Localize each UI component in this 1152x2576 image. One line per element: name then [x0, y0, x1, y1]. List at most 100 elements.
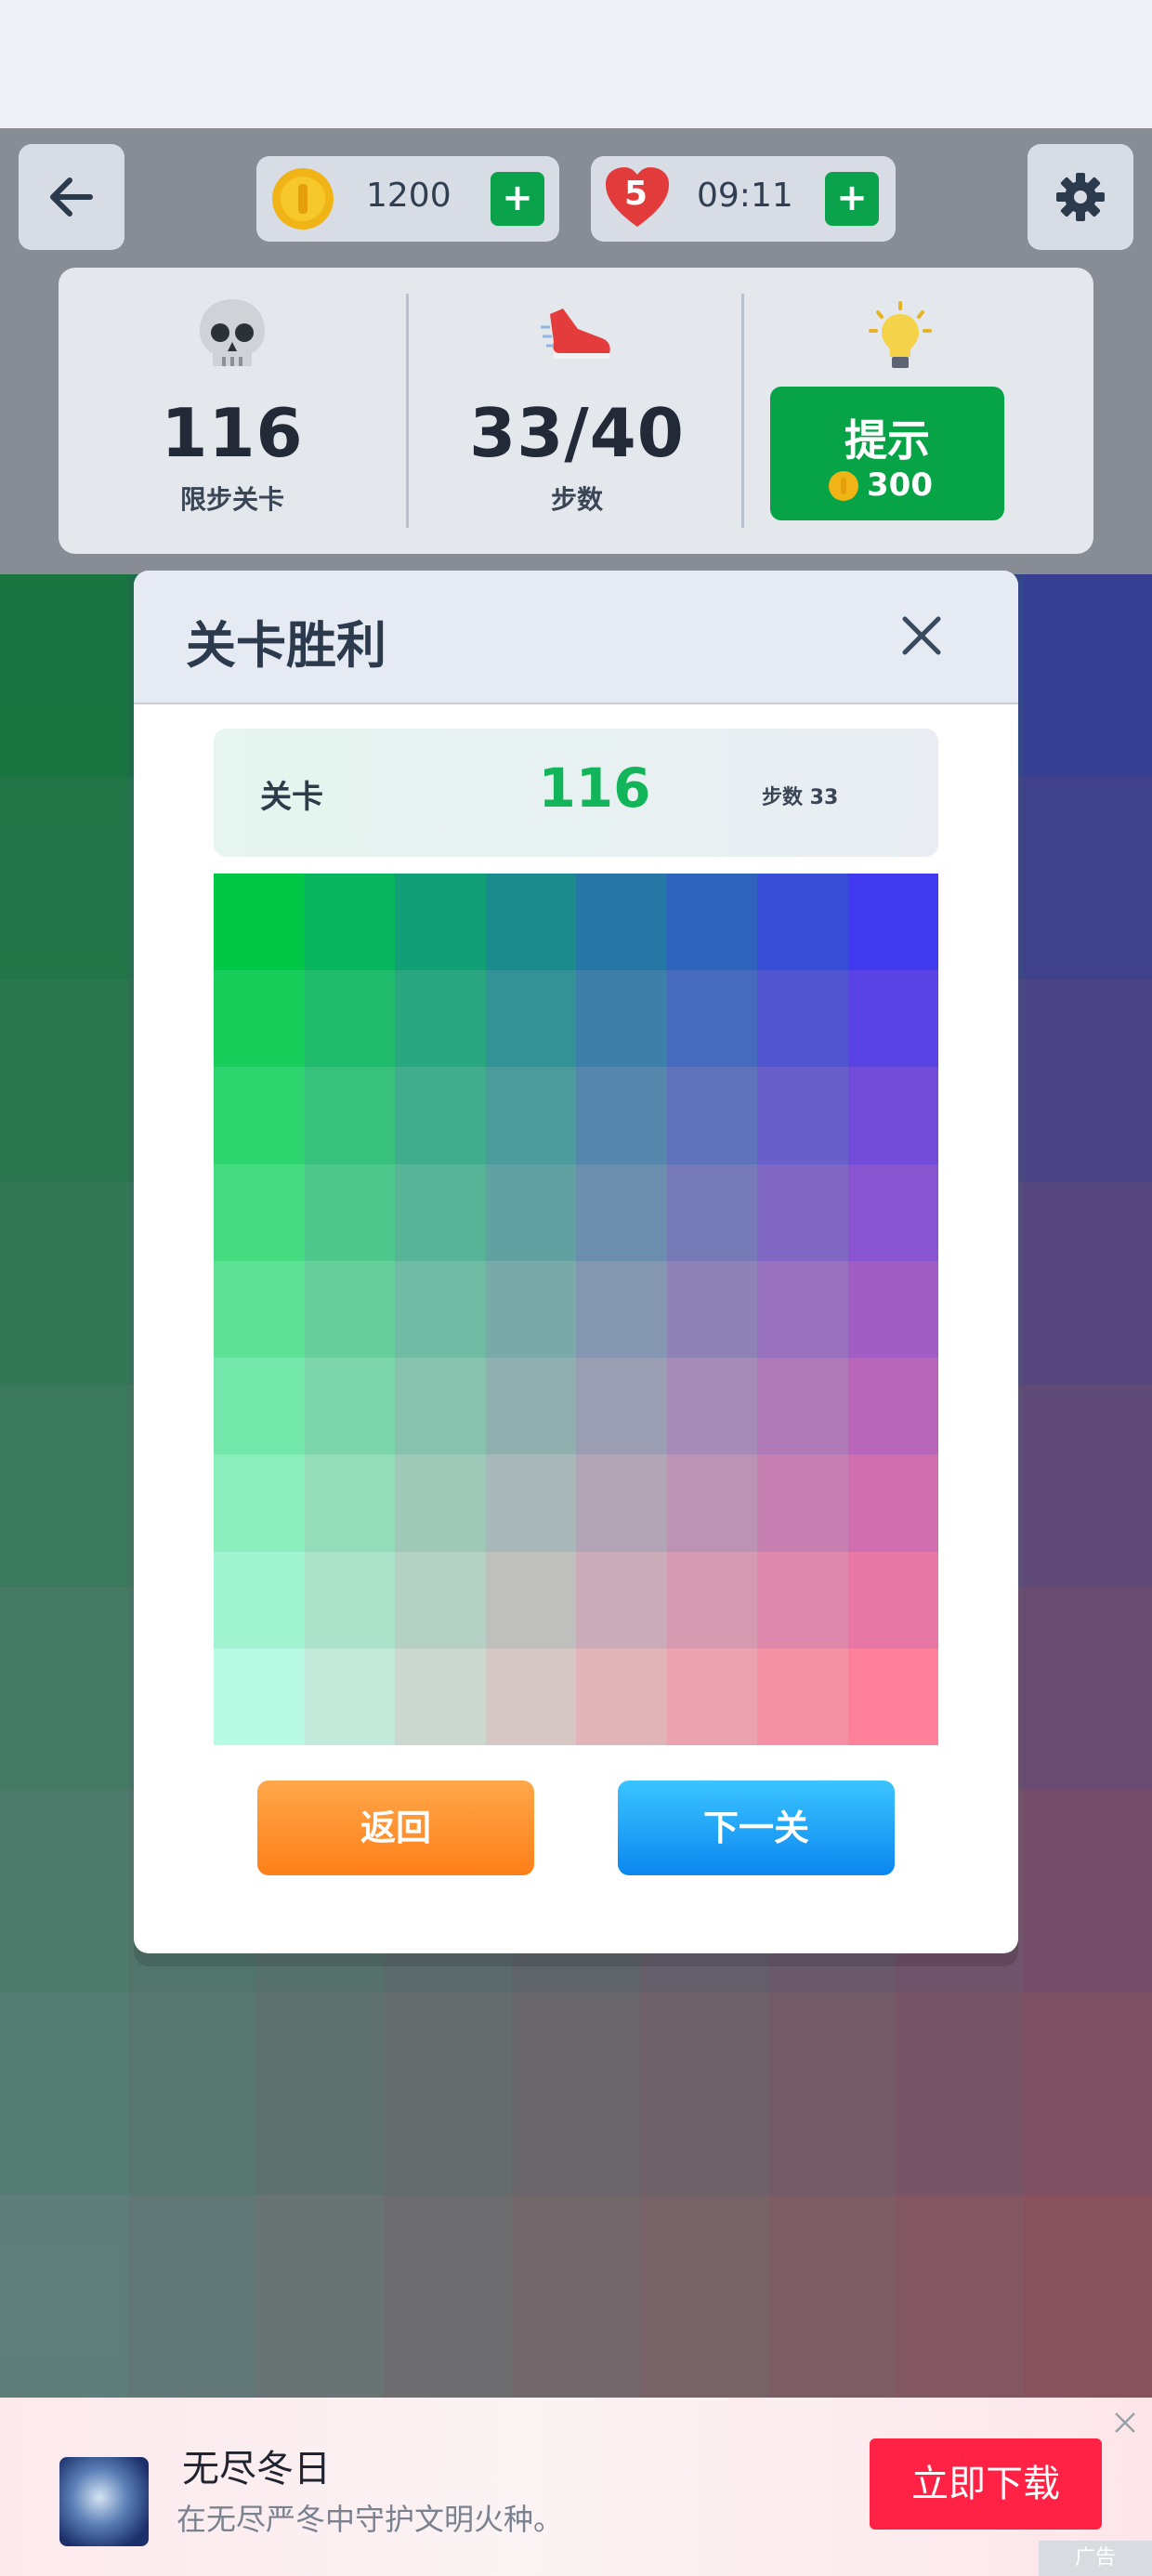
- preview-tile: [757, 1163, 848, 1261]
- close-icon[interactable]: [1111, 2409, 1139, 2437]
- stat-divider: [741, 294, 744, 528]
- preview-tile: [666, 1067, 757, 1164]
- preview-tile: [757, 1551, 848, 1649]
- sneaker-icon: [541, 309, 610, 359]
- preview-tile: [304, 1163, 395, 1261]
- preview-tile: [395, 1551, 486, 1649]
- preview-tile: [214, 1551, 305, 1649]
- ad-title[interactable]: 无尽冬日: [182, 2438, 331, 2492]
- preview-tile: [847, 1067, 938, 1164]
- preview-tile: [576, 1454, 667, 1552]
- preview-tile: [395, 970, 486, 1068]
- preview-tile: [666, 1358, 757, 1455]
- preview-tile: [214, 1648, 305, 1745]
- preview-tile: [395, 1163, 486, 1261]
- settings-button[interactable]: [1028, 144, 1133, 250]
- hint-cost: 300: [867, 467, 933, 504]
- preview-tile: [304, 1648, 395, 1745]
- preview-tile: [214, 1454, 305, 1552]
- preview-tile: [214, 1163, 305, 1261]
- preview-tile: [304, 1358, 395, 1455]
- preview-tile: [757, 1358, 848, 1455]
- coin-icon: [829, 471, 858, 501]
- next-level-button[interactable]: 下一关: [618, 1781, 895, 1875]
- preview-tile: [666, 1551, 757, 1649]
- preview-tile: [304, 1067, 395, 1164]
- steps-used: 步数 33: [762, 786, 839, 809]
- steps-label: 步数: [550, 484, 603, 515]
- preview-tile: [485, 1648, 576, 1745]
- preview-tile: [757, 874, 848, 971]
- preview-tile: [304, 1551, 395, 1649]
- preview-tile: [847, 970, 938, 1068]
- preview-tile: [757, 1454, 848, 1552]
- preview-tile: [214, 970, 305, 1068]
- add-lives-button[interactable]: +: [825, 172, 879, 226]
- lightbulb-icon: [869, 301, 932, 368]
- preview-tile: [214, 1260, 305, 1359]
- preview-tile: [666, 1260, 757, 1359]
- preview-tile: [576, 1648, 667, 1745]
- preview-tile: [214, 1358, 305, 1455]
- hint-button[interactable]: 提示 300: [770, 387, 1004, 520]
- preview-tile: [847, 1358, 938, 1455]
- preview-tile: [847, 874, 938, 971]
- preview-tile: [304, 970, 395, 1068]
- preview-tile: [395, 1648, 486, 1745]
- preview-tile: [214, 874, 305, 971]
- close-icon[interactable]: [894, 608, 949, 664]
- preview-tile: [485, 1454, 576, 1552]
- preview-tile: [666, 874, 757, 971]
- skull-icon: [200, 299, 265, 366]
- preview-tile: [485, 1260, 576, 1359]
- preview-tile: [576, 1067, 667, 1164]
- dialog-title: 关卡胜利: [186, 616, 386, 675]
- hint-label: 提示: [844, 415, 930, 466]
- preview-tile: [576, 1551, 667, 1649]
- lives-count: 5: [624, 175, 648, 213]
- game-app-icon[interactable]: [59, 2457, 149, 2546]
- lives-counter: 5 09:11 +: [591, 156, 896, 242]
- preview-tile: [485, 970, 576, 1068]
- level-label: 关卡: [260, 779, 323, 816]
- preview-tile: [847, 1648, 938, 1745]
- preview-tile: [395, 1454, 486, 1552]
- preview-tile: [485, 1067, 576, 1164]
- preview-tile: [576, 874, 667, 971]
- ad-subtitle: 在无尽严冬中守护文明火种。: [177, 2502, 564, 2537]
- preview-tile: [214, 1067, 305, 1164]
- coin-value: 1200: [366, 177, 452, 215]
- preview-tile: [395, 1067, 486, 1164]
- preview-tile: [666, 1648, 757, 1745]
- preview-tile: [304, 1454, 395, 1552]
- preview-tile: [847, 1454, 938, 1552]
- level-stat: 116 限步关卡: [59, 268, 406, 554]
- back-button[interactable]: [19, 144, 124, 250]
- dialog-header: 关卡胜利: [134, 571, 1018, 704]
- steps-counter: 33/40: [469, 394, 685, 472]
- lives-timer: 09:11: [697, 177, 793, 215]
- coin-counter: 1200 +: [256, 156, 559, 242]
- preview-tile: [757, 1260, 848, 1359]
- preview-tile: [576, 1163, 667, 1261]
- back-arrow-icon: [50, 177, 93, 217]
- steps-stat: 33/40 步数: [409, 268, 745, 554]
- preview-tile: [485, 1163, 576, 1261]
- preview-tile: [666, 1454, 757, 1552]
- preview-tile: [485, 874, 576, 971]
- download-button[interactable]: 立即下载: [870, 2438, 1102, 2530]
- coin-icon: [272, 168, 334, 230]
- solved-puzzle-preview: [214, 874, 938, 1745]
- victory-dialog: 关卡胜利 关卡 116 步数 33 返回 下一关: [134, 571, 1018, 1953]
- add-coins-button[interactable]: +: [491, 172, 544, 226]
- preview-tile: [847, 1163, 938, 1261]
- preview-tile: [576, 1358, 667, 1455]
- preview-tile: [847, 1260, 938, 1359]
- preview-tile: [395, 874, 486, 971]
- preview-tile: [395, 1260, 486, 1359]
- level-info-card: 关卡 116 步数 33: [214, 729, 938, 857]
- preview-tile: [847, 1551, 938, 1649]
- game-screen: 1200 + 5 09:11 + 116 限步关卡 33/40 步数 提示 30…: [0, 0, 1152, 2576]
- preview-tile: [757, 1067, 848, 1164]
- back-button[interactable]: 返回: [257, 1781, 534, 1875]
